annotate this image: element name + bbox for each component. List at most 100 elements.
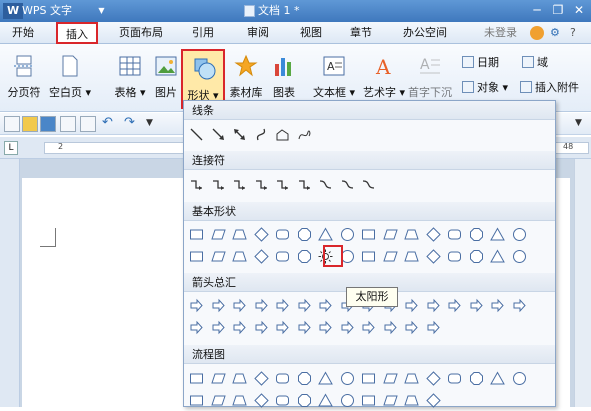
shape-manual-op-icon[interactable] <box>423 367 445 389</box>
shape-internal-icon[interactable] <box>294 367 316 389</box>
shape-braces-icon[interactable] <box>401 245 423 267</box>
shape-arrow-down-icon[interactable] <box>251 294 273 316</box>
shape-arrow-bent-icon[interactable] <box>401 294 423 316</box>
shape-hexagon-icon[interactable] <box>380 223 402 245</box>
print-preview-icon[interactable] <box>80 116 96 132</box>
shape-elbow4-icon[interactable] <box>251 173 273 195</box>
shape-or-icon[interactable] <box>208 389 230 411</box>
shape-arrow-striped-icon[interactable] <box>186 316 208 338</box>
help-icon[interactable]: ? <box>570 22 576 44</box>
tab-reference[interactable]: 引用 <box>186 22 220 44</box>
save-icon[interactable] <box>40 116 56 132</box>
wordart-button[interactable]: A 艺术字 ▾ <box>362 48 406 108</box>
attachment-button[interactable]: 插入附件 <box>520 79 579 97</box>
shape-data-icon[interactable] <box>251 367 273 389</box>
tab-page-layout[interactable]: 页面布局 <box>112 22 170 44</box>
shape-seq-storage-icon[interactable] <box>358 389 380 411</box>
shape-diamond-icon[interactable] <box>251 223 273 245</box>
shape-callout-right-icon[interactable] <box>272 316 294 338</box>
shape-elbow6-icon[interactable] <box>294 173 316 195</box>
shape-multidoc-icon[interactable] <box>337 367 359 389</box>
shape-delay-icon[interactable] <box>337 389 359 411</box>
shape-parallelogram-icon[interactable] <box>208 223 230 245</box>
shape-donut-icon[interactable] <box>208 245 230 267</box>
shape-rounded-rect-icon[interactable] <box>272 223 294 245</box>
qat-dropdown-icon[interactable]: ▼ <box>146 115 158 131</box>
open-folder-icon[interactable] <box>22 116 38 132</box>
shape-direct-storage-icon[interactable] <box>401 389 423 411</box>
shape-arrow-line-icon[interactable] <box>208 123 230 145</box>
shape-arrow-circular-icon[interactable] <box>423 316 445 338</box>
shape-pentagon-icon[interactable] <box>423 223 445 245</box>
page-break-button[interactable]: 分页符 <box>2 48 46 108</box>
shape-curve2-icon[interactable] <box>337 173 359 195</box>
tab-view[interactable]: 视图 <box>294 22 328 44</box>
shape-extract-icon[interactable] <box>272 389 294 411</box>
shape-sort-icon[interactable] <box>251 389 273 411</box>
tab-stop-selector[interactable]: L <box>4 141 18 155</box>
shape-offpage-icon[interactable] <box>466 367 488 389</box>
app-name[interactable]: WPS 文字 <box>22 3 72 19</box>
shape-elbow5-icon[interactable] <box>272 173 294 195</box>
shape-elbow1-icon[interactable] <box>186 173 208 195</box>
shape-predefined-icon[interactable] <box>272 367 294 389</box>
app-logo[interactable]: W <box>3 3 24 19</box>
shape-freeform-icon[interactable] <box>272 123 294 145</box>
textbox-button[interactable]: A 文本框 ▾ <box>312 48 356 108</box>
shape-arrow-pentagon-icon[interactable] <box>229 316 251 338</box>
shape-callout-down-icon[interactable] <box>337 316 359 338</box>
redo-icon[interactable]: ↷ <box>124 115 140 131</box>
shape-trapezoid-icon[interactable] <box>229 223 251 245</box>
tab-review[interactable]: 审阅 <box>241 22 275 44</box>
shape-curve1-icon[interactable] <box>315 173 337 195</box>
shape-rectangle-icon[interactable] <box>186 223 208 245</box>
shape-display-icon[interactable] <box>423 389 445 411</box>
shape-elbow3-icon[interactable] <box>229 173 251 195</box>
shape-preparation-icon[interactable] <box>380 367 402 389</box>
shape-lightning-icon[interactable] <box>294 245 316 267</box>
shape-terminator-icon[interactable] <box>358 367 380 389</box>
shape-frame-icon[interactable] <box>487 223 509 245</box>
shape-bracket-left-icon[interactable] <box>444 245 466 267</box>
shape-collate-icon[interactable] <box>229 389 251 411</box>
shape-right-triangle-icon[interactable] <box>337 223 359 245</box>
shape-cube-icon[interactable] <box>466 223 488 245</box>
undo-icon[interactable]: ↶ <box>102 115 118 131</box>
blank-page-button[interactable]: 空白页 ▾ <box>48 48 92 108</box>
shape-cross-icon[interactable] <box>401 223 423 245</box>
tab-chapter[interactable]: 章节 <box>344 22 378 44</box>
chart-button[interactable]: 图表 <box>262 48 306 108</box>
caret-down-icon[interactable]: ▼ <box>97 6 106 15</box>
shape-stored-data-icon[interactable] <box>315 389 337 411</box>
shape-arrow-lr-icon[interactable] <box>272 294 294 316</box>
shape-bracket-right-icon[interactable] <box>466 245 488 267</box>
shape-arc-block-icon[interactable] <box>251 245 273 267</box>
shape-arrow-curved-r-icon[interactable] <box>487 294 509 316</box>
shape-brace-left-icon[interactable] <box>487 245 509 267</box>
minimize-icon[interactable]: ─ <box>528 3 546 18</box>
shape-manual-input-icon[interactable] <box>401 367 423 389</box>
shape-callout-quad-icon[interactable] <box>401 316 423 338</box>
shape-decision-icon[interactable] <box>229 367 251 389</box>
shape-triangle-icon[interactable] <box>315 223 337 245</box>
shape-arrow-uturn-icon[interactable] <box>423 294 445 316</box>
shape-callout-ud-icon[interactable] <box>380 316 402 338</box>
shape-elbow2-icon[interactable] <box>208 173 230 195</box>
shape-callout-lr-icon[interactable] <box>358 316 380 338</box>
shape-punched-tape-icon[interactable] <box>509 367 531 389</box>
restore-icon[interactable]: ❐ <box>549 3 567 18</box>
shape-arrow-leftup-icon[interactable] <box>444 294 466 316</box>
shape-merge-icon[interactable] <box>294 389 316 411</box>
shape-arrow-curved-l-icon[interactable] <box>509 294 531 316</box>
skin-icon[interactable] <box>530 26 544 40</box>
shape-arrow-ud-icon[interactable] <box>294 294 316 316</box>
shape-arrow-quad-icon[interactable] <box>315 294 337 316</box>
shape-document-icon[interactable] <box>315 367 337 389</box>
shape-ellipse-icon[interactable] <box>358 223 380 245</box>
shape-brackets-icon[interactable] <box>380 245 402 267</box>
shape-card-icon[interactable] <box>487 367 509 389</box>
tab-start[interactable]: 开始 <box>6 22 40 44</box>
shape-heart-icon[interactable] <box>272 245 294 267</box>
shape-scribble-icon[interactable] <box>294 123 316 145</box>
tab-office-space[interactable]: 办公空间 <box>396 22 454 44</box>
